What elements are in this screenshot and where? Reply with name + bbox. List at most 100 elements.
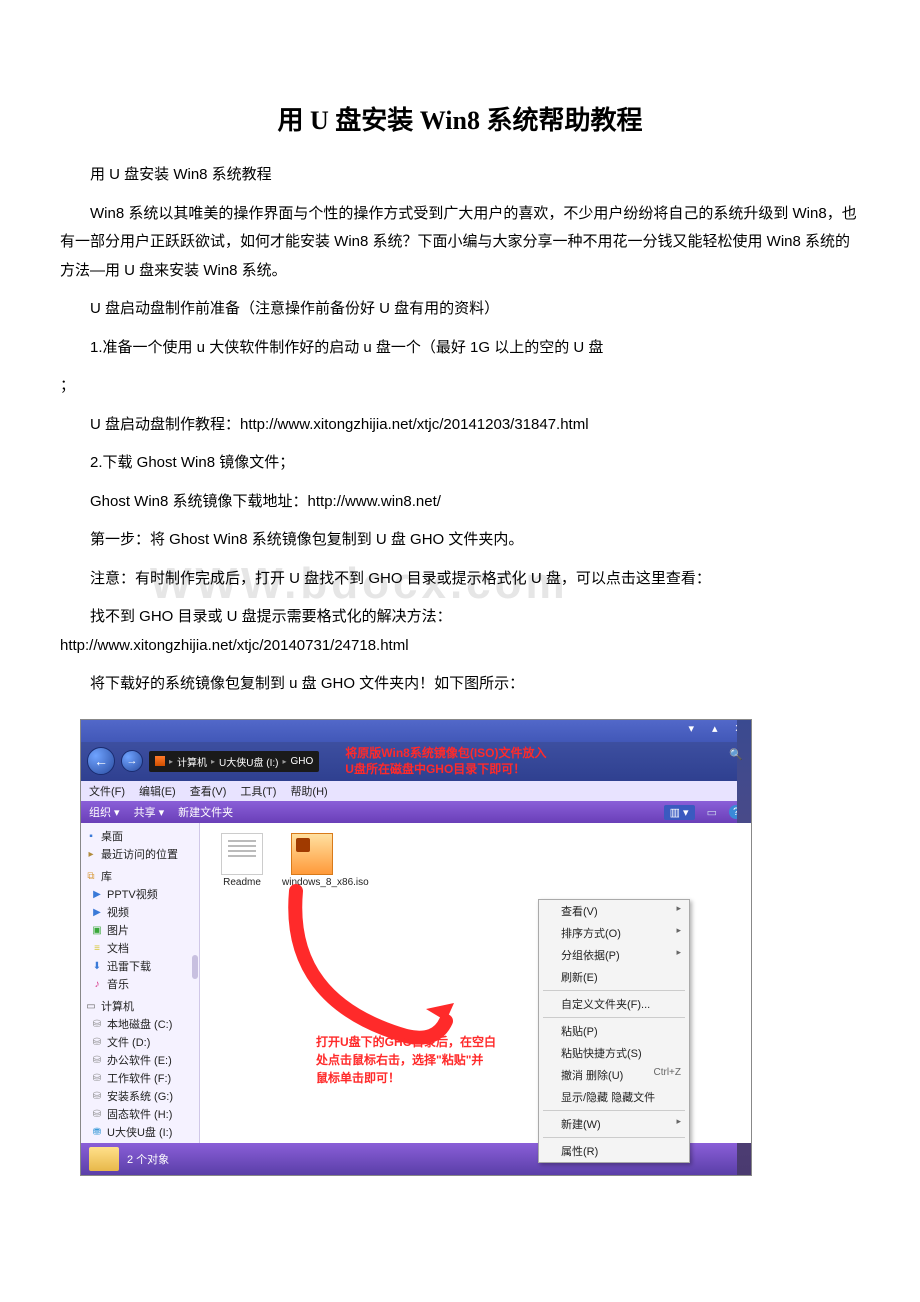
vid-icon: ▶ [91,888,103,900]
context-menu-item[interactable]: 刷新(E) [539,966,689,988]
minimize-icon[interactable]: ▾ [688,722,694,742]
menu-item-label: 显示/隐藏 隐藏文件 [561,1089,655,1105]
content-pane[interactable]: Readme windows_8_x86.iso [200,823,751,1143]
sidebar-item-label: 测试共享 (\\192.1 ▾ [103,1142,196,1143]
context-menu: 查看(V)▸排序方式(O)▸分组依据(P)▸ 刷新(E) 自定义文件夹(F)... 粘… [538,899,690,1163]
sidebar-item-label: 库 [101,868,112,884]
menu-item-label: 属性(R) [561,1143,598,1159]
sidebar-item[interactable]: ⛃U大侠U盘 (I:) [81,1123,199,1141]
window-titlebar: ▾ ▴ x [81,720,751,742]
doc-icon: ≡ [91,942,103,954]
sidebar-item[interactable]: ⛁文件 (D:) [81,1033,199,1051]
sidebar-item-label: 迅雷下载 [107,958,151,974]
sidebar-item-label: 视频 [107,904,129,920]
context-menu-item[interactable]: 分组依据(P)▸ [539,944,689,966]
sidebar-item-label: 办公软件 (E:) [107,1052,172,1068]
context-menu-item[interactable]: 撤消 删除(U) Ctrl+Z [539,1064,689,1086]
toolbar-views[interactable]: ▥ ▾ [664,805,695,820]
shortcut-label: Ctrl+Z [654,1067,682,1083]
sidebar-item[interactable]: ♪音乐 [81,975,199,993]
context-menu-item[interactable]: 排序方式(O)▸ [539,922,689,944]
sidebar-item[interactable]: ▶PPTV视频 [81,885,199,903]
page-title: 用 U 盘安装 Win8 系统帮助教程 [60,100,860,137]
file-item[interactable]: Readme [212,833,272,889]
forward-button[interactable]: → [121,750,143,772]
menu-separator [543,990,685,991]
callout-line: 打开U盘下的GHO目录后，在空白 [316,1035,496,1049]
menu-view[interactable]: 查看(V) [190,783,227,799]
context-menu-item[interactable]: 粘贴(P) [539,1020,689,1042]
vid-icon: ▶ [91,906,103,918]
body-para: U 盘启动盘制作前准备（注意操作前备份好 U 盘有用的资料） [60,295,860,324]
dl-icon: ⬇ [91,960,103,972]
menu-file[interactable]: 文件(F) [89,783,125,799]
lib-icon: ⧉ [85,870,97,882]
address-bar-row: ← → ▸ 计算机 ▸ U大侠U盘 (I:) ▸ GHO 将原版Win8系统镜像… [81,742,751,782]
breadcrumb[interactable]: ▸ 计算机 ▸ U大侠U盘 (I:) ▸ GHO [149,751,319,772]
body-para: Win8 系统以其唯美的操作界面与个性的操作方式受到广大用户的喜欢，不少用户纷纷… [60,200,860,286]
context-menu-item[interactable]: 查看(V)▸ [539,900,689,922]
sidebar-item[interactable]: ▣图片 [81,921,199,939]
toolbar: 组织 ▾ 共享 ▾ 新建文件夹 ▥ ▾ ▭ ? [81,801,751,823]
drive-icon: ⛁ [91,1018,103,1030]
menu-item-label: 刷新(E) [561,969,598,985]
chevron-right-icon: ▸ [676,1116,681,1132]
sidebar-item[interactable]: ⧉库 [81,867,199,885]
search-icon[interactable]: 🔍 [729,748,743,761]
context-menu-item[interactable]: 自定义文件夹(F)... [539,993,689,1015]
sidebar-item[interactable]: ⛁办公软件 (E:) [81,1051,199,1069]
toolbar-share[interactable]: 共享 ▾ [134,804,165,820]
sidebar-item[interactable]: ⛁本地磁盘 (C:) [81,1015,199,1033]
chevron-right-icon: ▸ [169,757,173,766]
sidebar-item-label: 最近访问的位置 [101,846,178,862]
chevron-right-icon: ▸ [282,757,286,766]
toolbar-organize[interactable]: 组织 ▾ [89,804,120,820]
sidebar-item[interactable]: ▭计算机 [81,997,199,1015]
sidebar-item[interactable]: ▶ 视频 [81,903,199,921]
menu-help[interactable]: 帮助(H) [290,783,327,799]
body-para: 第一步：将 Ghost Win8 系统镜像包复制到 U 盘 GHO 文件夹内。 [60,526,860,555]
explorer-body: ▪桌面▸最近访问的位置⧉库▶PPTV视频▶视频▣图片≡文档⬇迅雷下载♪音乐▭计算… [81,823,751,1143]
menu-item-label: 新建(W) [561,1116,601,1132]
sidebar-item[interactable]: ▸ 最近访问的位置 [81,845,199,863]
toolbar-preview-icon[interactable]: ▭ [707,806,717,819]
sidebar-item[interactable]: ≡文档 [81,939,199,957]
maximize-icon[interactable]: ▴ [712,722,718,742]
context-menu-item[interactable]: 属性(R) [539,1140,689,1162]
recent-icon: ▸ [85,848,97,860]
body-para: http://www.xitongzhijia.net/xtjc/2014073… [60,632,860,661]
breadcrumb-seg[interactable]: U大侠U盘 (I:) [219,754,278,769]
breadcrumb-seg[interactable]: GHO [291,756,314,767]
embedded-screenshot: ▾ ▴ x ← → ▸ 计算机 ▸ U大侠U盘 (I:) ▸ GHO [80,719,860,1177]
sidebar-item[interactable]: ▪桌面 [81,827,199,845]
context-menu-item[interactable]: 新建(W) ▸ [539,1113,689,1135]
back-button[interactable]: ← [87,747,115,775]
sidebar-item-label: 桌面 [101,828,123,844]
sidebar-item[interactable]: ⛁ 工作软件 (F:) [81,1069,199,1087]
callout-text: 将原版Win8系统镜像包(ISO)文件放入 [345,746,546,760]
menu-item-label: 撤消 删除(U) [561,1067,623,1083]
scrollbar-handle[interactable] [192,955,198,979]
body-para: 将下载好的系统镜像包复制到 u 盘 GHO 文件夹内！如下图所示： [60,670,860,699]
sidebar-item[interactable]: ⬇ 迅雷下载 [81,957,199,975]
sidebar-item-label: 固态软件 (H:) [107,1106,172,1122]
menu-tools[interactable]: 工具(T) [240,783,276,799]
drive-icon: ⛁ [91,1072,103,1084]
menu-edit[interactable]: 编辑(E) [139,783,176,799]
sidebar-item-label: 计算机 [101,998,134,1014]
context-menu-item[interactable]: 显示/隐藏 隐藏文件 [539,1086,689,1108]
text-file-icon [221,833,263,875]
folder-icon [89,1147,119,1171]
breadcrumb-seg[interactable]: 计算机 [177,754,207,769]
context-menu-item[interactable]: 粘贴快捷方式(S) [539,1042,689,1064]
menu-separator [543,1110,685,1111]
sidebar-item[interactable]: ⛁固态软件 (H:) [81,1105,199,1123]
sidebar-item-label: 工作软件 (F:) [107,1070,171,1086]
callout-annotation: 打开U盘下的GHO目录后，在空白 处点击鼠标右击，选择"粘贴"并 鼠标单击即可！ [316,1033,506,1087]
file-item[interactable]: windows_8_x86.iso [282,833,342,889]
sidebar-item[interactable]: ⛁安装系统 (G:) [81,1087,199,1105]
sidebar-item[interactable]: ✕测试共享 (\\192.1 ▾ [81,1141,199,1143]
toolbar-newfolder[interactable]: 新建文件夹 [178,804,233,820]
chevron-right-icon: ▸ [676,925,681,941]
body-para: 1.准备一个使用 u 大侠软件制作好的启动 u 盘一个（最好 1G 以上的空的 … [60,334,860,363]
